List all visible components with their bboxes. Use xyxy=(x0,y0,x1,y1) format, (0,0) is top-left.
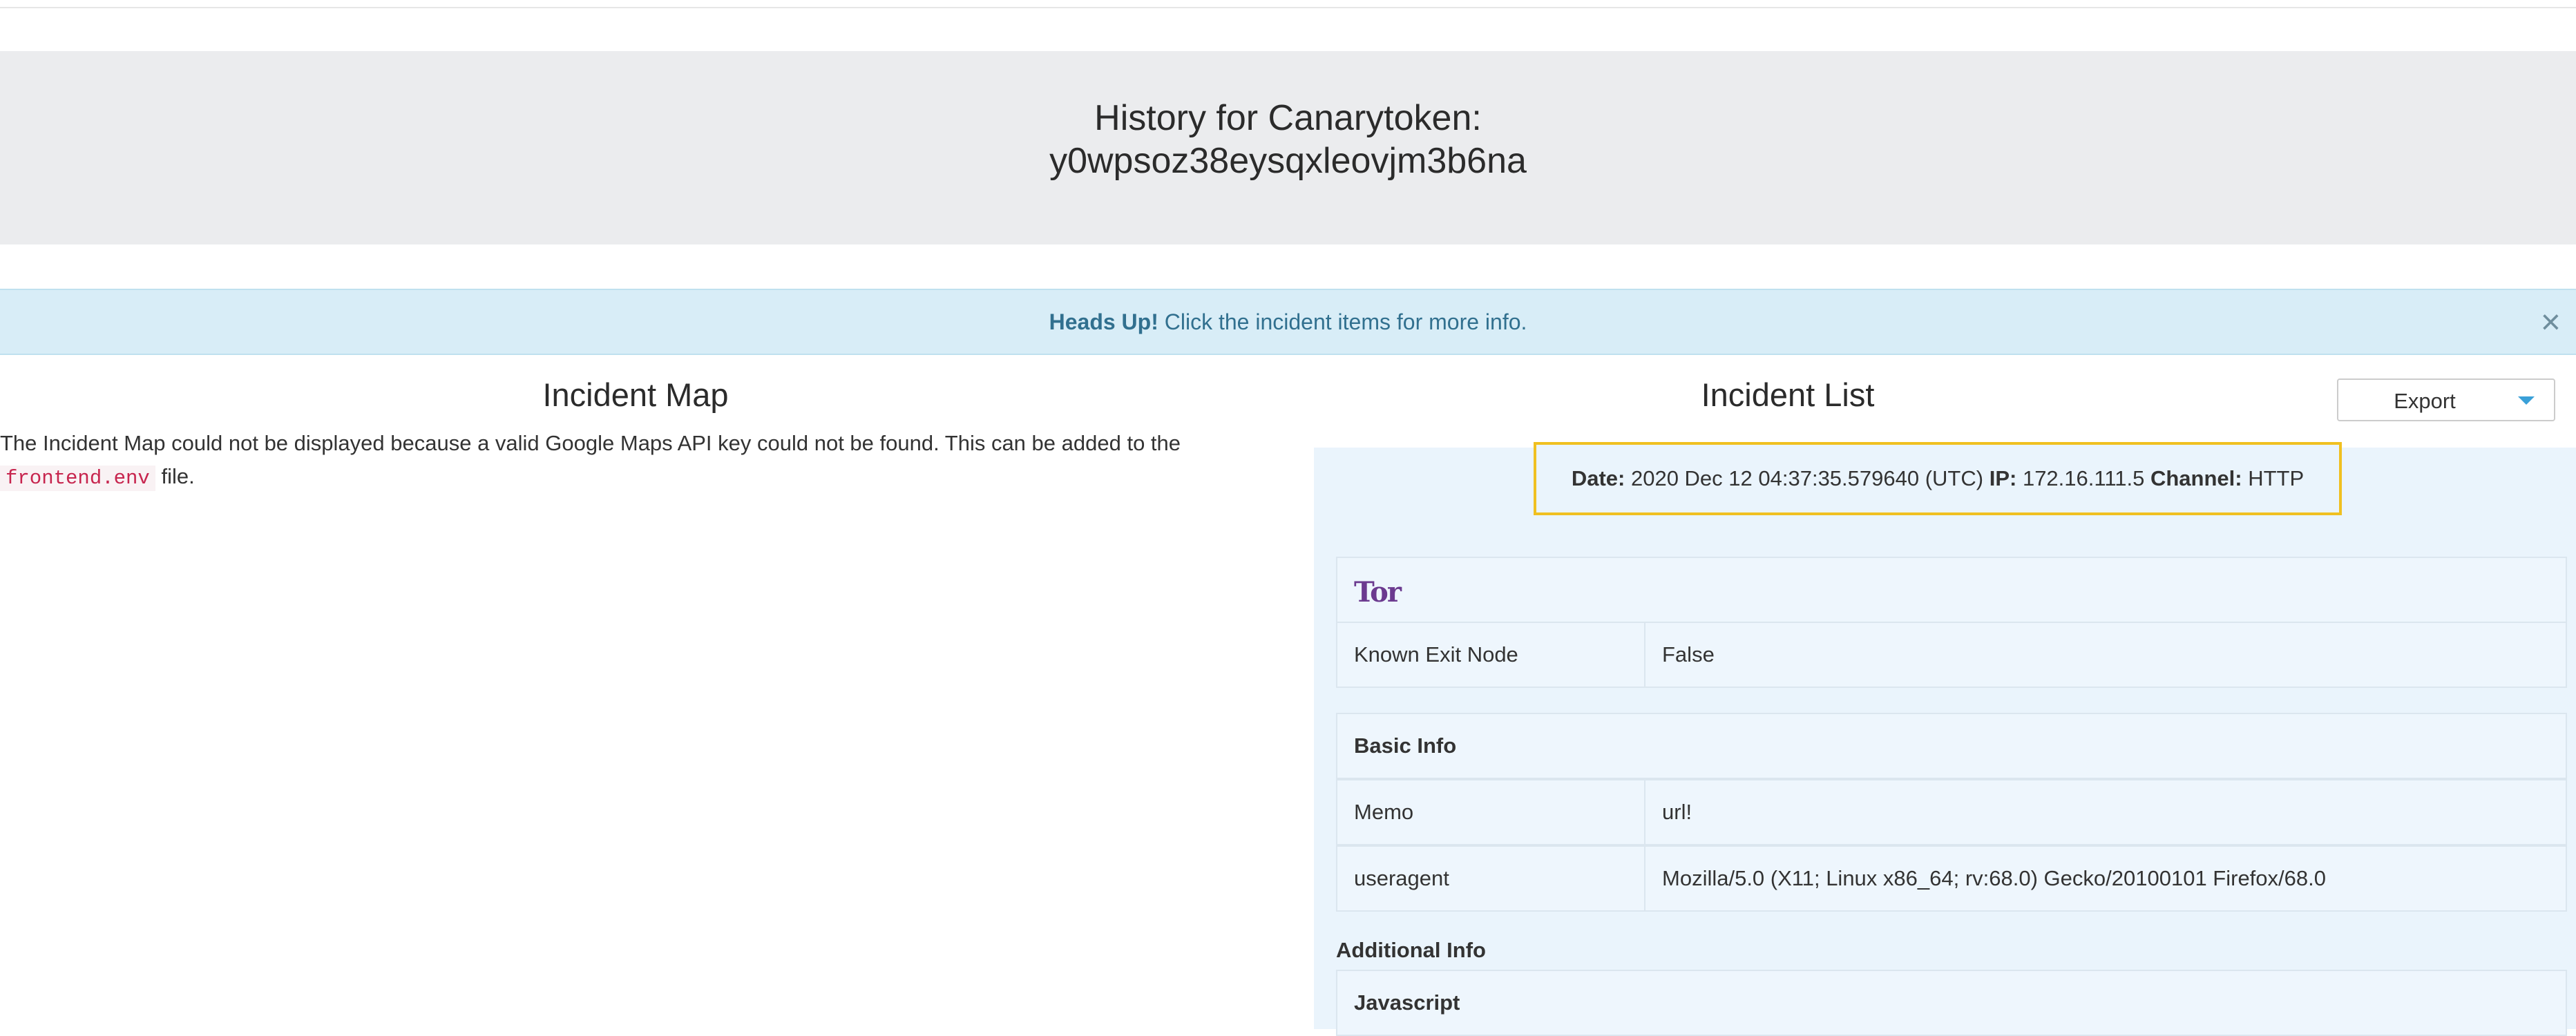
basic-info-header-row: Basic Info xyxy=(1336,713,2567,779)
token-id: y0wpsoz38eysqxleovjm3b6na xyxy=(1049,141,1527,181)
alert-text: Click the incident items for more info. xyxy=(1158,309,1527,334)
useragent-key: useragent xyxy=(1354,866,1449,890)
memo-key: Memo xyxy=(1354,800,1414,824)
map-error-text: The Incident Map could not be displayed … xyxy=(0,431,1181,455)
incident-summary-item[interactable]: Date: 2020 Dec 12 04:37:35.579640 (UTC) … xyxy=(1534,442,2342,515)
tor-header-row: Tor xyxy=(1336,557,2567,623)
incident-channel: HTTP xyxy=(2248,466,2305,490)
cell-divider xyxy=(1644,847,1645,910)
useragent-value: Mozilla/5.0 (X11; Linux x86_64; rv:68.0)… xyxy=(1662,866,2326,890)
incident-list-title: Incident List xyxy=(1701,376,1875,413)
config-file-code: frontend.env xyxy=(0,466,155,491)
date-label: Date: xyxy=(1571,466,1625,490)
known-exit-node-key: Known Exit Node xyxy=(1354,642,1518,666)
javascript-header: Javascript xyxy=(1354,990,1460,1015)
known-exit-node-value: False xyxy=(1662,642,1715,666)
export-button[interactable]: Export xyxy=(2337,378,2555,421)
top-nav-bar xyxy=(0,0,2576,8)
map-error-text-end: file. xyxy=(155,464,195,488)
tor-logo-icon: Tor xyxy=(1354,576,1402,608)
known-exit-node-row: Known Exit Node False xyxy=(1336,622,2567,688)
cell-divider xyxy=(1644,623,1645,687)
incident-date: 2020 Dec 12 04:37:35.579640 (UTC) xyxy=(1630,466,1984,490)
page-title: History for Canarytoken: y0wpsoz38eysqxl… xyxy=(0,97,2576,182)
incident-ip: 172.16.111.5 xyxy=(2022,466,2145,490)
heads-up-alert: Heads Up! Click the incident items for m… xyxy=(0,289,2576,355)
map-error-message: The Incident Map could not be displayed … xyxy=(0,427,1271,495)
export-button-label: Export xyxy=(2394,389,2456,413)
page-header: History for Canarytoken: y0wpsoz38eysqxl… xyxy=(0,51,2576,244)
ip-label: IP: xyxy=(1989,466,2017,490)
javascript-header-row: Javascript xyxy=(1336,970,2567,1036)
cell-divider xyxy=(1644,780,1645,844)
useragent-row: useragent Mozilla/5.0 (X11; Linux x86_64… xyxy=(1336,845,2567,912)
additional-info-title: Additional Info xyxy=(1336,938,1486,962)
basic-info-header: Basic Info xyxy=(1354,733,1457,758)
alert-strong-text: Heads Up! xyxy=(1049,309,1158,334)
channel-label: Channel: xyxy=(2150,466,2242,490)
chevron-down-icon[interactable] xyxy=(2518,396,2535,405)
incident-map-title: Incident Map xyxy=(542,376,729,413)
memo-value: url! xyxy=(1662,800,1692,824)
close-icon[interactable]: × xyxy=(2541,290,2561,354)
memo-row: Memo url! xyxy=(1336,779,2567,845)
page-title-line1: History for Canarytoken: xyxy=(1094,98,1482,138)
